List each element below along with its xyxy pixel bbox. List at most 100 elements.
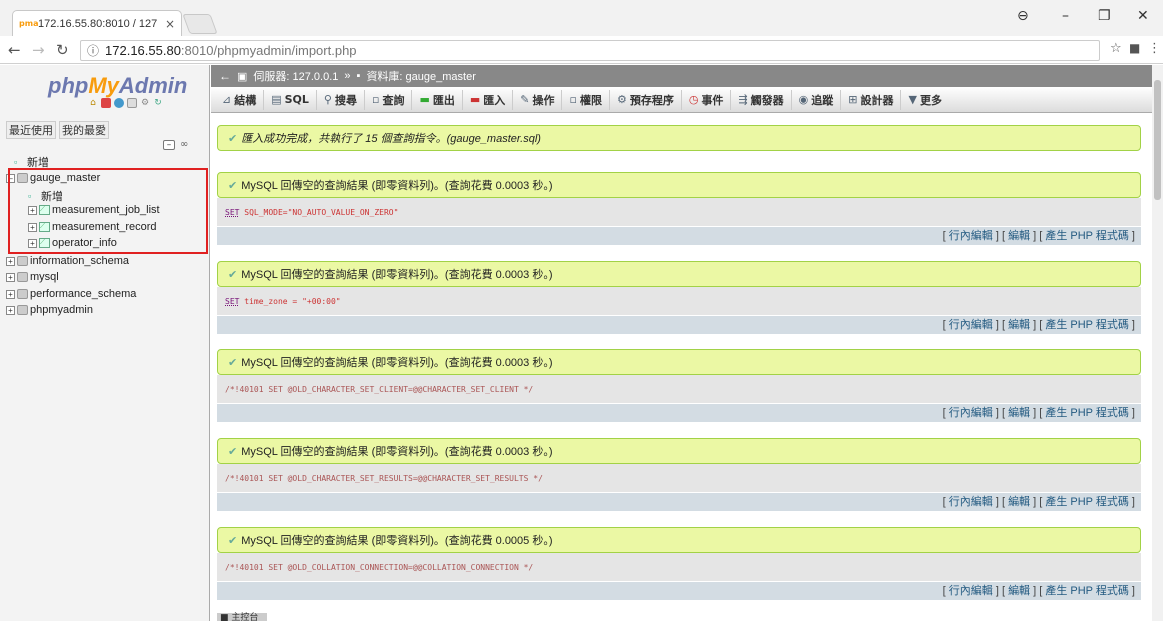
message-text: MySQL 回傳空的查詢結果 (即零資料列)。(查詢花費 0.0003 秒。) [241,446,553,458]
menu-search[interactable]: ⚲ 搜尋 [317,89,365,110]
profile-icon[interactable]: ⊖ [1017,8,1029,24]
menu-query[interactable]: ▫ 查詢 [365,89,413,110]
bookmark-star-icon[interactable]: ☆ [1110,41,1122,56]
scrollbar-thumb[interactable] [1154,80,1161,200]
menu-structure[interactable]: ⊿ 結構 [215,89,265,110]
breadcrumb-database[interactable]: 資料庫: gauge_master [366,68,475,84]
phpmyadmin-logo[interactable]: phpMyAdmin [48,73,187,99]
help-icon[interactable] [114,98,124,108]
minimize-button[interactable]: – [1062,8,1069,24]
sql-query[interactable]: /*!40101 SET @OLD_COLLATION_CONNECTION=@… [217,553,1141,581]
query-links: [ 行內編輯 ] [ 編輯 ] [ 產生 PHP 程式碼 ] [217,582,1141,600]
extension-icon[interactable]: ■ [1129,41,1140,55]
menu-tracking[interactable]: ◉ 追蹤 [792,89,842,110]
expand-icon[interactable]: + [6,256,15,266]
console-toggle[interactable]: ■ 主控台 [217,613,267,621]
edit-link[interactable]: 編輯 [1008,407,1030,419]
menu-icon[interactable]: ⋮ [1148,41,1161,56]
check-icon: ✔ [228,445,238,458]
message-text: MySQL 回傳空的查詢結果 (即零資料列)。(查詢花費 0.0003 秒。) [241,269,553,281]
tree-db-item[interactable]: + information_schema [6,255,129,267]
clock-icon: ◷ [688,93,699,106]
maximize-button[interactable]: ❐ [1098,8,1111,24]
logout-icon[interactable] [101,98,111,108]
menu-operations[interactable]: ✎ 操作 [513,89,563,110]
server-icon: ▣ [237,70,248,83]
query-result-message: ✔ MySQL 回傳空的查詢結果 (即零資料列)。(查詢花費 0.0003 秒。) [217,349,1141,375]
search-icon: ⚲ [323,93,332,106]
expand-icon[interactable]: + [6,272,15,282]
tab-recent[interactable]: 最近使用 [6,121,56,139]
menu-routines[interactable]: ⚙ 預存程序 [610,89,682,110]
menu-events[interactable]: ◷ 事件 [682,89,732,110]
inline-edit-link[interactable]: 行內編輯 [949,230,993,242]
info-icon[interactable]: ⓘ [87,42,99,59]
message-text: MySQL 回傳空的查詢結果 (即零資料列)。(查詢花費 0.0003 秒。) [241,180,553,192]
menu-triggers[interactable]: ⇶ 觸發器 [731,89,792,110]
nav-tabs: 最近使用 我的最愛 [6,121,109,139]
console-icon: ■ [220,613,229,621]
docs-icon[interactable] [127,98,137,108]
tab-favorites[interactable]: 我的最愛 [59,121,109,139]
create-php-link[interactable]: 產生 PHP 程式碼 [1045,496,1129,508]
create-php-link[interactable]: 產生 PHP 程式碼 [1045,585,1129,597]
sql-query[interactable]: /*!40101 SET @OLD_CHARACTER_SET_CLIENT=@… [217,375,1141,403]
sql-query[interactable]: SET time_zone = "+00:00" [217,287,1141,315]
menu-sql[interactable]: ▤ SQL [264,89,317,110]
menu-privileges[interactable]: ▫ 權限 [562,89,610,110]
menu-export[interactable]: ▬ 匯出 [412,89,463,110]
create-php-link[interactable]: 產生 PHP 程式碼 [1045,407,1129,419]
breadcrumb-server[interactable]: 伺服器: 127.0.0.1 [253,68,338,84]
query-links: [ 行內編輯 ] [ 編輯 ] [ 產生 PHP 程式碼 ] [217,404,1141,422]
designer-icon: ⊞ [848,93,858,106]
back-icon[interactable]: ← [8,41,21,59]
browser-tab[interactable]: pma 172.16.55.80:8010 / 127 × [12,10,182,36]
close-window-button[interactable]: ✕ [1137,8,1149,24]
menu-import[interactable]: ▬ 匯入 [463,89,514,110]
back-arrow-icon[interactable]: ← [219,69,231,83]
tree-label: performance_schema [30,288,137,300]
edit-link[interactable]: 編輯 [1008,496,1030,508]
close-tab-icon[interactable]: × [165,17,175,31]
settings-gear-icon[interactable]: ⚙ [140,98,150,108]
inline-edit-link[interactable]: 行內編輯 [949,319,993,331]
tree-db-item[interactable]: + performance_schema [6,288,136,300]
check-icon: ✔ [228,132,238,145]
expand-icon[interactable]: + [6,289,15,299]
home-icon[interactable]: ⌂ [88,98,98,108]
forward-icon[interactable]: → [32,41,45,59]
link-with-main-icon[interactable]: ∞ [180,139,188,150]
menu-designer[interactable]: ⊞ 設計器 [841,89,902,110]
edit-link[interactable]: 編輯 [1008,230,1030,242]
check-icon: ✔ [228,179,238,192]
import-icon: ▬ [469,93,481,106]
reload-nav-icon[interactable]: ↻ [153,98,163,108]
edit-link[interactable]: 編輯 [1008,585,1030,597]
tree-label: phpmyadmin [30,304,93,316]
inline-edit-link[interactable]: 行內編輯 [949,496,993,508]
import-success-message: ✔ 匯入成功完成，共執行了 15 個查詢指令。(gauge_master.sql) [217,125,1141,151]
sql-icon: ▤ [271,93,282,106]
query-links: [ 行內編輯 ] [ 編輯 ] [ 產生 PHP 程式碼 ] [217,316,1141,334]
menu-more[interactable]: ▼ 更多 [901,90,948,110]
expand-icon[interactable]: + [6,305,15,315]
query-result-message: ✔ MySQL 回傳空的查詢結果 (即零資料列)。(查詢花費 0.0003 秒。) [217,172,1141,198]
tree-db-item[interactable]: + phpmyadmin [6,304,93,316]
sql-query[interactable]: SET SQL_MODE="NO_AUTO_VALUE_ON_ZERO" [217,198,1141,226]
create-php-link[interactable]: 產生 PHP 程式碼 [1045,230,1129,242]
check-icon: ✔ [228,356,238,369]
tree-label: mysql [30,271,59,283]
reload-icon[interactable]: ↻ [56,41,69,59]
create-php-link[interactable]: 產生 PHP 程式碼 [1045,319,1129,331]
eye-icon: ◉ [798,93,809,106]
collapse-all-button[interactable]: – [163,140,175,150]
url-field[interactable]: ⓘ 172.16.55.80 :8010/phpmyadmin/import.p… [80,40,1100,61]
tree-label: information_schema [30,255,130,267]
edit-link[interactable]: 編輯 [1008,319,1030,331]
inline-edit-link[interactable]: 行內編輯 [949,407,993,419]
tree-db-item[interactable]: + mysql [6,271,59,283]
trigger-icon: ⇶ [738,93,748,106]
inline-edit-link[interactable]: 行內編輯 [949,585,993,597]
console-label: 主控台 [231,613,259,621]
sql-query[interactable]: /*!40101 SET @OLD_CHARACTER_SET_RESULTS=… [217,464,1141,492]
